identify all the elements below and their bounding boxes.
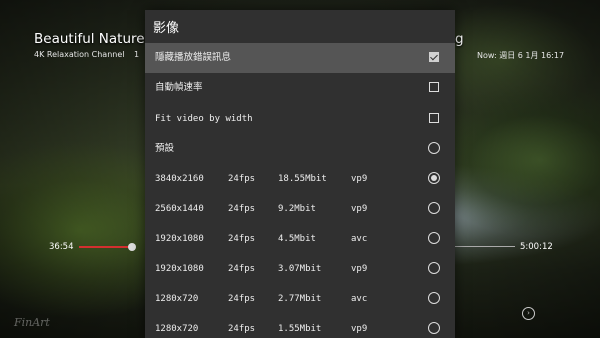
format-codec: vp9 [351,174,368,184]
format-resolution: 1280x720 [155,294,199,304]
format-row[interactable]: 1920x1080 24fps 3.07Mbit vp9 [145,254,455,284]
format-row[interactable]: 3840x2160 24fps 18.55Mbit vp9 [145,164,455,194]
format-row[interactable]: 1280x720 24fps 1.55Mbit vp9 [145,314,455,338]
option-label: 隱藏播放錯誤訊息 [155,52,232,63]
format-fps: 24fps [228,174,256,184]
format-resolution: 3840x2160 [155,174,204,184]
option-label: Fit video by width [155,114,253,124]
format-bitrate: 2.77Mbit [278,294,322,304]
channel-meta: 1 [134,50,140,59]
format-bitrate: 3.07Mbit [278,264,322,274]
option-label: 預設 [155,143,175,154]
duration-time: 5:00:12 [520,242,553,252]
format-fps: 24fps [228,234,256,244]
format-codec: vp9 [351,204,368,214]
format-fps: 24fps [228,204,256,214]
format-fps: 24fps [228,324,256,334]
radio-icon[interactable] [428,232,440,244]
option-label: 自動幀速率 [155,82,203,93]
radio-icon[interactable] [428,262,440,274]
format-bitrate: 4.5Mbit [278,234,316,244]
format-bitrate: 1.55Mbit [278,324,322,334]
format-resolution: 2560x1440 [155,204,204,214]
format-fps: 24fps [228,264,256,274]
channel-name: 4K Relaxation Channel [34,50,125,59]
radio-selected-icon[interactable] [428,172,440,184]
format-resolution: 1280x720 [155,324,199,334]
radio-icon[interactable] [428,202,440,214]
watermark-logo: FinArt [14,316,50,329]
checkbox-icon[interactable] [429,82,439,92]
checkbox-checked-icon[interactable] [429,52,439,62]
current-time: Now: 週日 6 1月 16:17 [477,51,565,60]
seek-bar-played[interactable] [79,246,131,248]
option-fit-video-width[interactable]: Fit video by width [145,104,455,134]
option-auto-frame-rate[interactable]: 自動幀速率 [145,73,455,103]
format-codec: avc [351,234,368,244]
video-title-tail: g [455,31,464,47]
radio-icon[interactable] [428,142,440,154]
elapsed-time: 36:54 [49,242,74,252]
dialog-title: 影像 [153,21,180,36]
next-icon[interactable]: › [522,307,535,320]
format-row[interactable]: 1920x1080 24fps 4.5Mbit avc [145,224,455,254]
format-resolution: 1920x1080 [155,234,204,244]
format-resolution: 1920x1080 [155,264,204,274]
option-default-format[interactable]: 預設 [145,134,455,164]
format-fps: 24fps [228,294,256,304]
format-codec: vp9 [351,264,368,274]
video-settings-dialog: 影像 隱藏播放錯誤訊息 自動幀速率 Fit video by width 預設 … [145,10,455,338]
seek-handle[interactable] [128,243,136,251]
seek-bar-remaining[interactable] [455,246,515,247]
checkbox-icon[interactable] [429,113,439,123]
radio-icon[interactable] [428,322,440,334]
format-row[interactable]: 2560x1440 24fps 9.2Mbit vp9 [145,194,455,224]
format-bitrate: 18.55Mbit [278,174,327,184]
format-codec: avc [351,294,368,304]
option-hide-playback-errors[interactable]: 隱藏播放錯誤訊息 [145,43,455,73]
radio-icon[interactable] [428,292,440,304]
format-bitrate: 9.2Mbit [278,204,316,214]
format-codec: vp9 [351,324,368,334]
format-row[interactable]: 1280x720 24fps 2.77Mbit avc [145,284,455,314]
